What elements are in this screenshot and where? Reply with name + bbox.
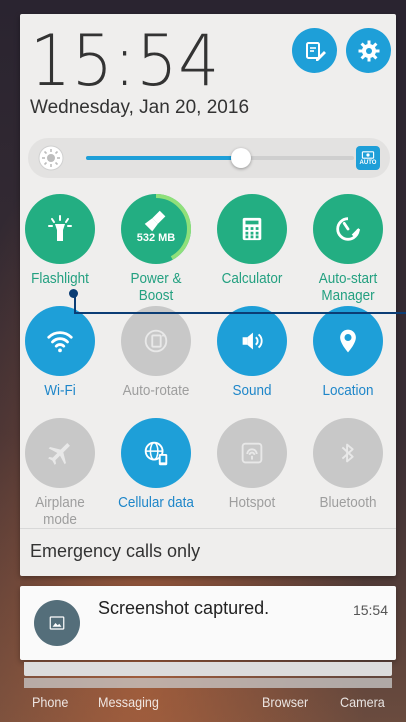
tile-hotspot[interactable]: Hotspot (204, 418, 300, 511)
dock-item-camera[interactable]: Camera (340, 694, 385, 710)
notification-time: 15:54 (352, 602, 388, 618)
cellular-data-toggle[interactable] (121, 418, 191, 488)
sound-icon (242, 332, 263, 350)
tile-label: Hotspot (228, 494, 276, 511)
settings-button[interactable] (346, 28, 391, 73)
brightness-control: AUTO (28, 138, 390, 178)
dock-item-browser[interactable]: Browser (262, 694, 308, 710)
tile-power-boost[interactable]: 532 MB Power & Boost (108, 194, 204, 304)
auto-label: AUTO (359, 159, 377, 166)
hotspot-toggle[interactable] (217, 418, 287, 488)
tile-label: Auto-rotate (122, 382, 190, 399)
brightness-slider[interactable] (86, 148, 354, 168)
tile-wifi[interactable]: Wi-Fi (12, 306, 108, 399)
airplane-toggle[interactable] (25, 418, 95, 488)
wifi-toggle[interactable] (25, 306, 95, 376)
location-toggle[interactable] (313, 306, 383, 376)
sun-icon (361, 150, 375, 159)
cellular-data-icon (144, 441, 168, 466)
date-label: Wednesday, Jan 20, 2016 (30, 97, 250, 118)
calculator-icon (242, 217, 262, 241)
annotation-pointer-line (74, 294, 406, 314)
carrier-status-text: Emergency calls only (30, 541, 201, 561)
tile-airplane-mode[interactable]: Airplane mode (12, 418, 108, 528)
tile-bluetooth[interactable]: Bluetooth (300, 418, 396, 511)
tile-label: Cellular data (118, 494, 194, 511)
power-boost-toggle[interactable]: 532 MB (121, 194, 191, 264)
auto-rotate-toggle[interactable] (121, 306, 191, 376)
tile-label: Wi-Fi (44, 382, 76, 399)
auto-start-toggle[interactable] (313, 194, 383, 264)
calculator-toggle[interactable] (217, 194, 287, 264)
home-dock: Phone Messaging Browser Camera (0, 690, 406, 722)
flashlight-icon (48, 215, 72, 241)
image-icon (49, 616, 65, 630)
tile-label: Location (322, 382, 374, 399)
tile-location[interactable]: Location (300, 306, 396, 399)
clock: 15:54 (30, 20, 221, 102)
location-icon (340, 329, 356, 353)
tile-auto-rotate[interactable]: Auto-rotate (108, 306, 204, 399)
notification-card[interactable]: Screenshot captured. 15:54 (20, 586, 396, 660)
tile-label: Flashlight (31, 270, 89, 287)
gear-icon (358, 40, 379, 61)
notification-stack-shadow (24, 678, 392, 688)
brightness-fill (86, 156, 242, 160)
brightness-thumb[interactable] (231, 148, 252, 168)
notification-icon (34, 600, 80, 646)
edit-button[interactable] (292, 28, 337, 73)
notification-title: Screenshot captured. (98, 598, 270, 618)
tile-label: Sound (232, 382, 272, 399)
notification-stack (24, 662, 392, 676)
dock-item-messaging[interactable]: Messaging (98, 694, 159, 710)
rotate-icon (144, 329, 168, 353)
tile-flashlight[interactable]: Flashlight (12, 194, 108, 287)
carrier-status: Emergency calls only (20, 528, 396, 577)
autostart-icon (336, 217, 361, 241)
tile-label: Calculator (221, 270, 283, 287)
airplane-icon (48, 443, 70, 465)
tile-calculator[interactable]: Calculator (204, 194, 300, 287)
auto-brightness-toggle[interactable]: AUTO (356, 146, 380, 170)
dock-item-phone[interactable]: Phone (32, 694, 68, 710)
edit-icon (305, 41, 326, 61)
tile-auto-start-manager[interactable]: Auto-start Manager (300, 194, 396, 304)
auto-brightness-icon[interactable] (38, 145, 64, 171)
wifi-icon (47, 331, 73, 353)
bluetooth-toggle[interactable] (313, 418, 383, 488)
annotation-pointer-dot (69, 289, 78, 298)
sound-toggle[interactable] (217, 306, 287, 376)
tile-label: Bluetooth (319, 494, 377, 511)
memory-ring (121, 194, 191, 264)
memory-badge: 532 MB (136, 232, 176, 244)
tile-sound[interactable]: Sound (204, 306, 300, 399)
bluetooth-icon (341, 443, 354, 463)
tile-label: Airplane mode (35, 494, 85, 528)
tile-cellular-data[interactable]: Cellular data (108, 418, 204, 511)
flashlight-toggle[interactable] (25, 194, 95, 264)
hotspot-icon (241, 442, 263, 464)
